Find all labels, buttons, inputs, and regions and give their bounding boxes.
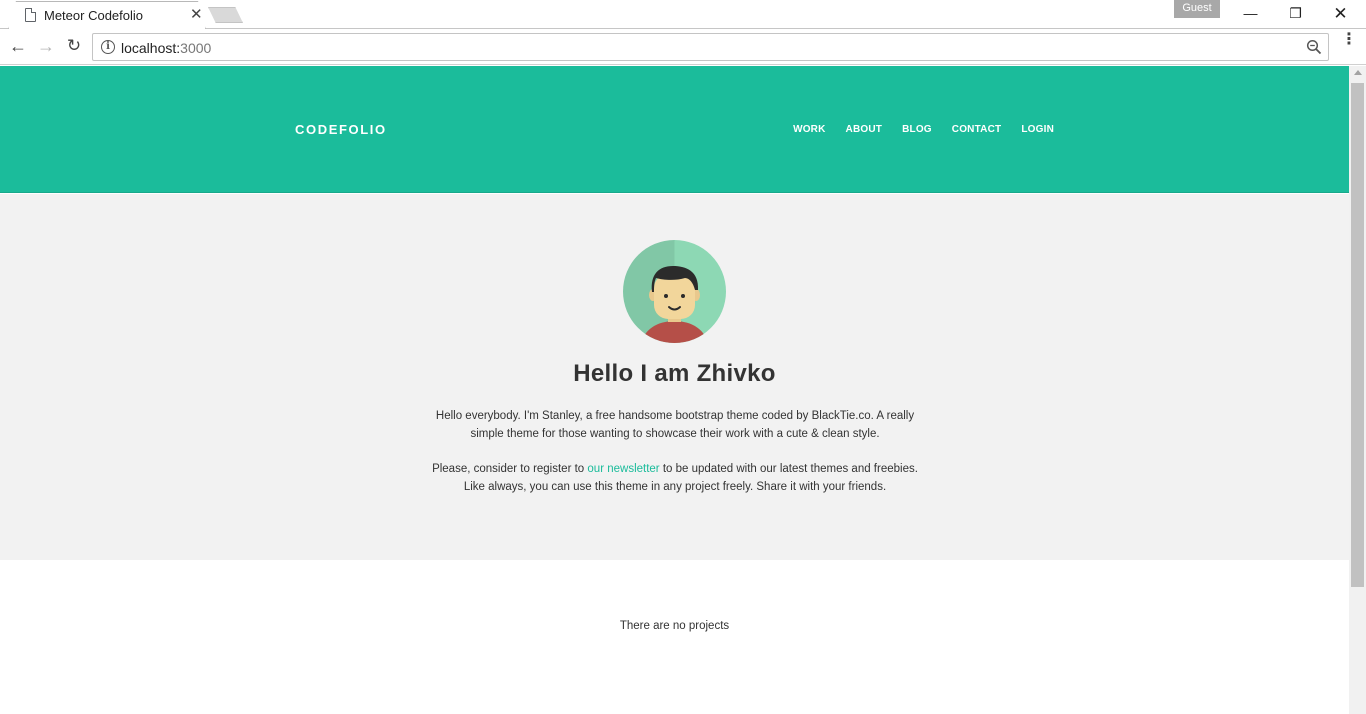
newsletter-text-before: Please, consider to register to xyxy=(432,463,588,475)
page-viewport: CODEFOLIO WORK ABOUT BLOG CONTACT LOGIN xyxy=(0,66,1349,714)
forward-arrow-icon[interactable]: → xyxy=(35,35,57,57)
minimize-button[interactable]: — xyxy=(1228,0,1273,28)
zoom-icon[interactable] xyxy=(1306,39,1322,55)
hero-section: Hello I am Zhivko Hello everybody. I'm S… xyxy=(0,194,1349,560)
scrollbar-thumb[interactable] xyxy=(1351,83,1364,587)
nav-work[interactable]: WORK xyxy=(773,124,825,135)
nav-contact[interactable]: CONTACT xyxy=(932,124,1002,135)
tab-close-icon[interactable]: ✕ xyxy=(190,6,203,23)
nav-blog[interactable]: BLOG xyxy=(882,124,932,135)
url-text[interactable]: localhost:3000 xyxy=(121,40,211,56)
site-nav: WORK ABOUT BLOG CONTACT LOGIN xyxy=(773,124,1054,135)
browser-tab-content[interactable]: Meteor Codefolio ✕ xyxy=(8,1,206,29)
new-tab-button[interactable] xyxy=(208,7,243,23)
page-icon xyxy=(25,8,36,22)
browser-toolbar: ← → ↻ i localhost:3000 ⋮ xyxy=(0,29,1366,65)
browser-menu-icon[interactable]: ⋮ xyxy=(1341,32,1357,57)
browser-tabstrip: Meteor Codefolio ✕ Guest — ❐ ✕ xyxy=(0,0,1366,29)
close-window-button[interactable]: ✕ xyxy=(1318,0,1363,28)
url-host: localhost: xyxy=(121,40,181,56)
scroll-up-arrow-icon[interactable] xyxy=(1354,70,1362,75)
site-brand[interactable]: CODEFOLIO xyxy=(295,122,387,137)
page-scrollbar[interactable] xyxy=(1349,66,1366,714)
nav-about[interactable]: ABOUT xyxy=(826,124,883,135)
address-bar[interactable]: i localhost:3000 xyxy=(92,33,1329,61)
hero-intro-text: Hello everybody. I'm Stanley, a free han… xyxy=(435,410,915,440)
projects-section: There are no projects xyxy=(0,560,1349,714)
newsletter-link[interactable]: our newsletter xyxy=(587,463,659,475)
hero-title: Hello I am Zhivko xyxy=(573,360,776,387)
empty-projects-message: There are no projects xyxy=(619,620,730,632)
nav-login[interactable]: LOGIN xyxy=(1001,124,1054,135)
guest-profile-badge[interactable]: Guest xyxy=(1174,0,1220,18)
tab-title: Meteor Codefolio xyxy=(44,8,143,23)
site-header: CODEFOLIO WORK ABOUT BLOG CONTACT LOGIN xyxy=(0,66,1349,193)
restore-button[interactable]: ❐ xyxy=(1273,0,1318,28)
url-port: 3000 xyxy=(180,40,212,56)
hero-newsletter-text: Please, consider to register to our news… xyxy=(424,460,926,496)
back-arrow-icon[interactable]: ← xyxy=(7,35,29,57)
site-info-icon[interactable]: i xyxy=(101,40,115,54)
avatar-icon xyxy=(623,240,726,343)
reload-icon[interactable]: ↻ xyxy=(63,35,85,57)
